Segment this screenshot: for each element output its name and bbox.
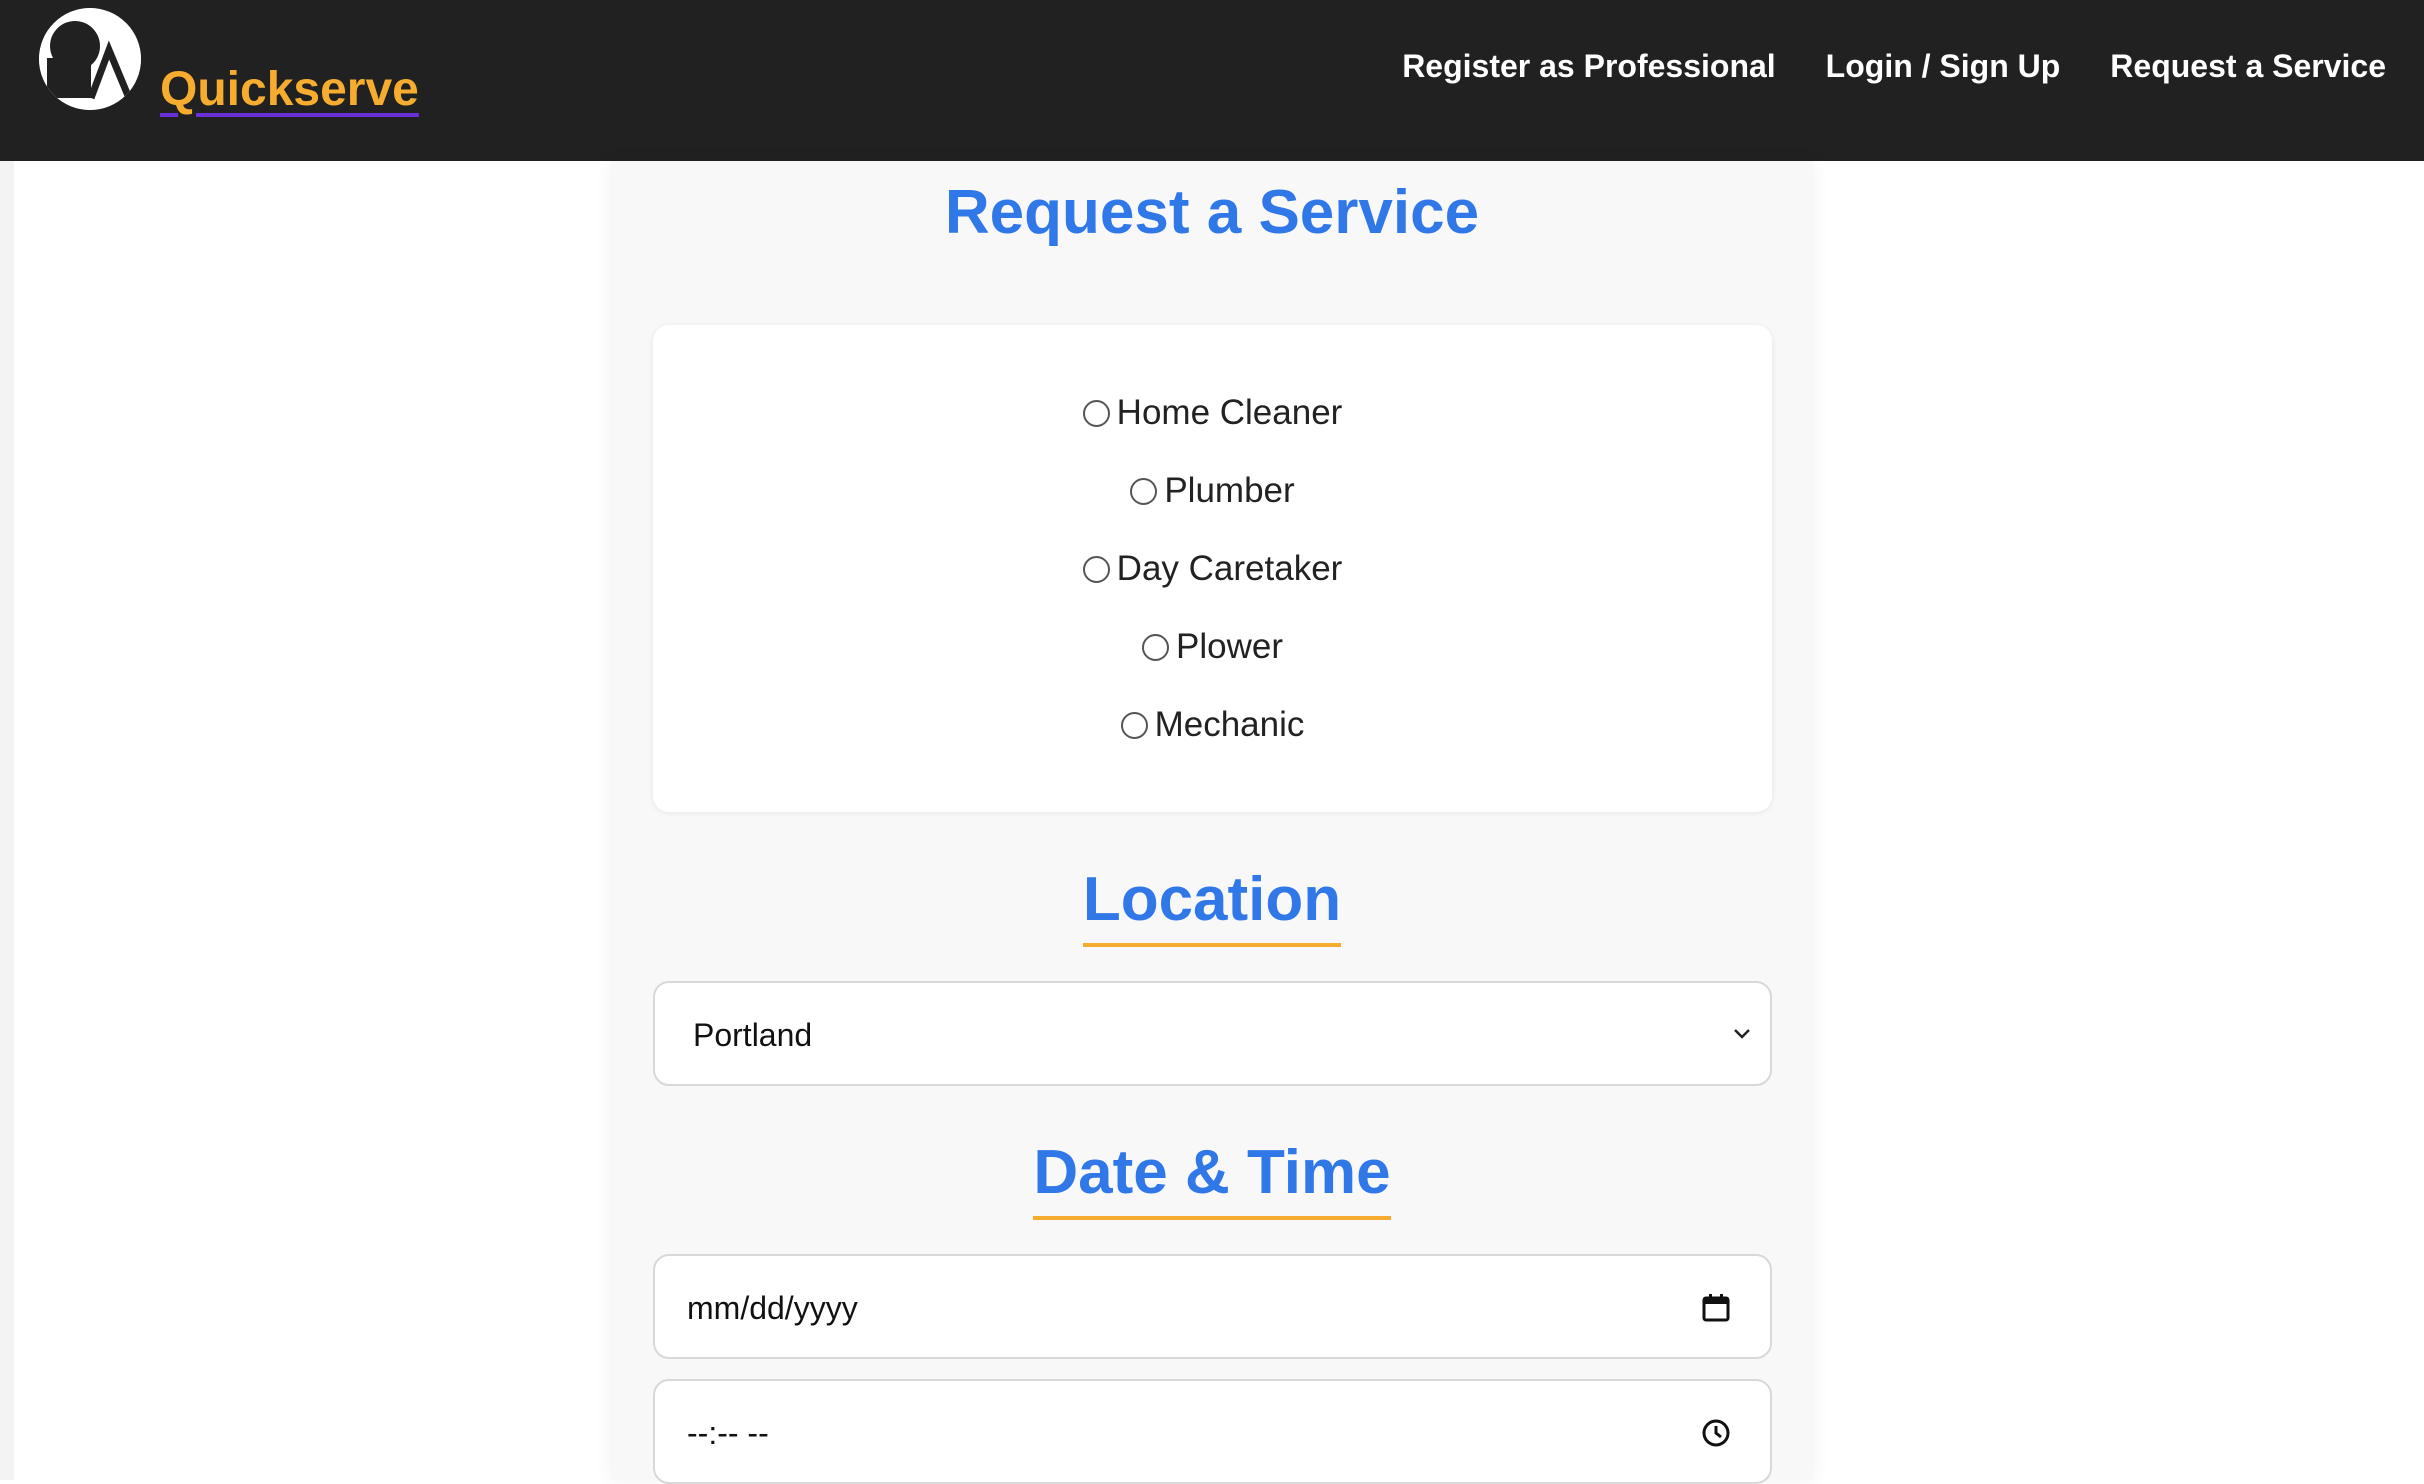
nav-login-signup[interactable]: Login / Sign Up: [1826, 48, 2061, 85]
request-form-container: Request a Service Home Cleaner Plumber D…: [611, 161, 1813, 1484]
radio-button[interactable]: [1120, 711, 1148, 739]
service-option-plower[interactable]: Plower: [1142, 627, 1283, 666]
time-input-placeholder: --:-- --: [687, 1415, 769, 1451]
date-input[interactable]: mm/dd/yyyy: [653, 1254, 1772, 1359]
calendar-icon[interactable]: [1700, 1292, 1732, 1324]
radio-button[interactable]: [1130, 477, 1158, 505]
service-option-label: Day Caretaker: [1116, 549, 1343, 588]
clock-icon[interactable]: [1700, 1417, 1732, 1449]
service-option-plumber[interactable]: Plumber: [1130, 471, 1295, 510]
logo-icon[interactable]: [39, 8, 141, 110]
page-title: Request a Service: [944, 178, 1480, 247]
service-option-label: Plower: [1176, 627, 1283, 666]
location-heading: Location: [611, 864, 1813, 947]
time-input[interactable]: --:-- --: [653, 1379, 1772, 1484]
service-options-card: Home Cleaner Plumber Day Caretaker Plowe…: [653, 325, 1772, 812]
date-input-placeholder: mm/dd/yyyy: [687, 1290, 858, 1326]
location-select-value: Portland: [693, 1017, 813, 1053]
radio-button[interactable]: [1142, 633, 1169, 661]
service-option-home-cleaner[interactable]: Home Cleaner: [1082, 393, 1343, 432]
nav-links: Register as Professional Login / Sign Up…: [1402, 48, 2386, 85]
page-edge: [0, 161, 14, 1480]
navbar: Quickserve Register as Professional Logi…: [0, 0, 2424, 161]
service-option-label: Mechanic: [1154, 705, 1305, 744]
location-select[interactable]: Portland: [653, 981, 1772, 1086]
chevron-down-icon: [1734, 1029, 1750, 1039]
nav-register-professional[interactable]: Register as Professional: [1402, 48, 1775, 85]
service-radio-group: Home Cleaner Plumber Day Caretaker Plowe…: [653, 393, 1772, 744]
datetime-heading-text: Date & Time: [1033, 1137, 1391, 1220]
datetime-heading: Date & Time: [611, 1137, 1813, 1220]
service-option-day-caretaker[interactable]: Day Caretaker: [1082, 549, 1343, 588]
radio-button[interactable]: [1082, 399, 1110, 427]
service-option-mechanic[interactable]: Mechanic: [1120, 705, 1305, 744]
service-option-label: Home Cleaner: [1116, 393, 1343, 432]
radio-button[interactable]: [1082, 555, 1110, 583]
nav-request-service[interactable]: Request a Service: [2110, 48, 2386, 85]
brand-name[interactable]: Quickserve: [160, 62, 419, 117]
location-heading-text: Location: [1082, 864, 1342, 947]
service-option-label: Plumber: [1164, 471, 1295, 510]
